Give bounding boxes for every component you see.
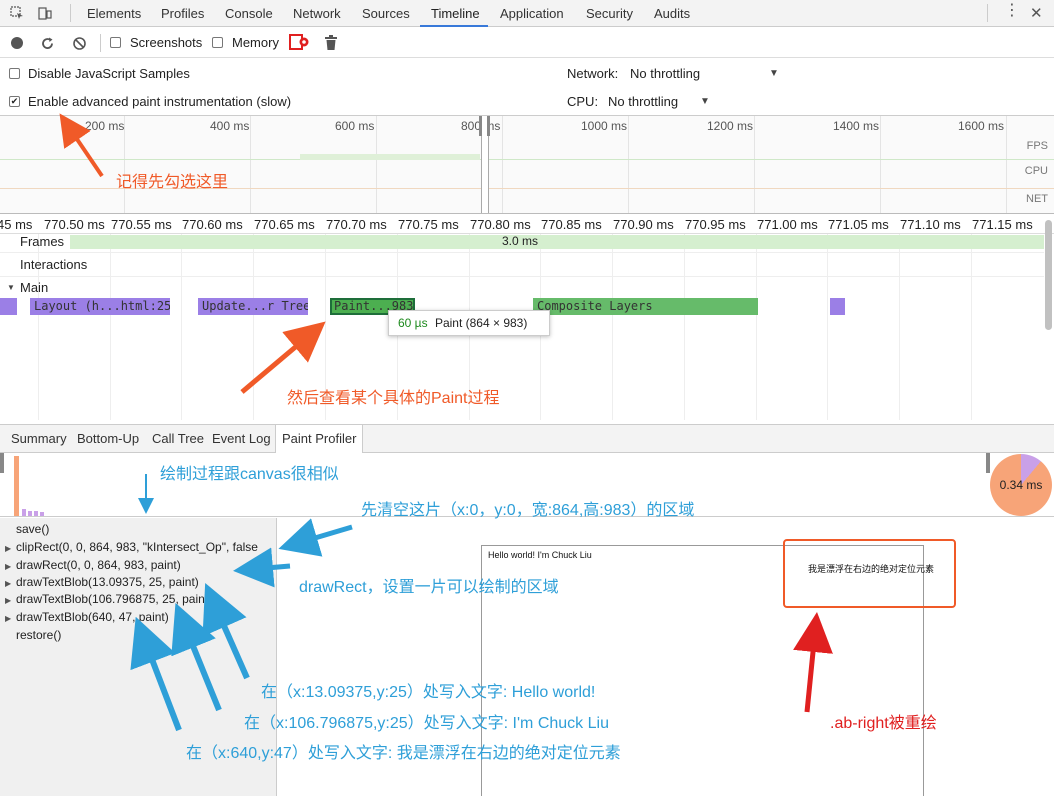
annotation-repaint: .ab-right被重绘 bbox=[830, 715, 937, 732]
annotation-text2: 在（x:106.796875,y:25）处写入文字: I'm Chuck Liu bbox=[244, 715, 609, 732]
annotation-check-first: 记得先勾选这里 bbox=[116, 174, 229, 191]
arrow bbox=[171, 602, 222, 712]
arrow bbox=[59, 113, 104, 178]
annotation-text3: 在（x:640,y:47）处写入文字: 我是漂浮在右边的绝对定位元素 bbox=[186, 745, 621, 762]
annotation-arrows bbox=[59, 113, 833, 732]
arrow bbox=[202, 583, 250, 680]
arrow bbox=[793, 612, 833, 713]
annotation-text1: 在（x:13.09375,y:25）处写入文字: Hello world! bbox=[261, 684, 596, 701]
arrow bbox=[240, 321, 326, 394]
annotation-view-paint: 然后查看某个具体的Paint过程 bbox=[287, 390, 500, 407]
annotation-clear-area: 先清空这片（x:0，y:0，宽:864,高:983）的区域 bbox=[361, 502, 695, 519]
arrow bbox=[130, 616, 182, 732]
annotation-canvas-similar: 绘制过程跟canvas很相似 bbox=[160, 466, 339, 483]
arrow bbox=[278, 518, 353, 557]
annotation-draw-rect: drawRect，设置一片可以绘制的区域 bbox=[299, 579, 559, 596]
arrow bbox=[233, 547, 291, 588]
